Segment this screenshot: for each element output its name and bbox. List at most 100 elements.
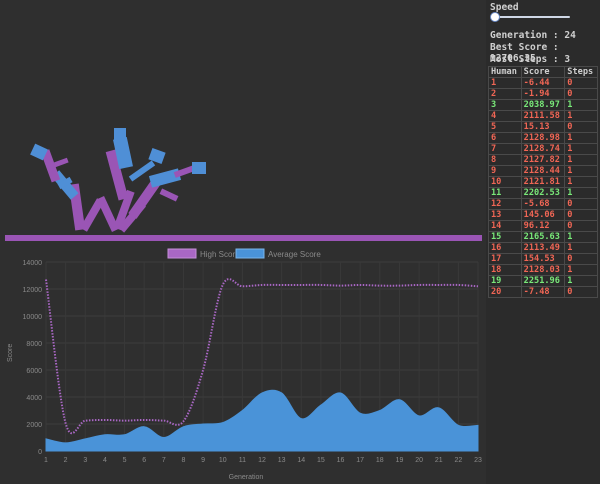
cell-score: 2128.03 [520,264,566,276]
cell-human: 9 [488,165,522,177]
cell-score: 2251.96 [520,275,566,287]
cell-steps: 0 [564,220,598,232]
cell-steps: 0 [564,209,598,221]
cell-steps: 0 [564,198,598,210]
cell-human: 19 [488,275,522,287]
table-row: 17 154.53 0 [488,253,598,265]
table-row: 3 2038.97 1 [488,99,598,111]
cell-human: 7 [488,143,522,155]
x-tick-label: 20 [415,457,423,464]
y-axis-label: Score [7,344,14,362]
most-steps-text: Most Steps : 3 [490,54,571,65]
x-tick-label: 19 [396,457,404,464]
cell-score: 2128.98 [520,132,566,144]
walker [30,143,104,232]
cell-steps: 1 [564,99,598,111]
cell-human: 3 [488,99,522,111]
generation-text: Generation : 24 [490,30,576,41]
x-tick-label: 11 [239,457,246,464]
y-tick-label: 14000 [23,260,43,267]
x-tick-label: 12 [258,457,266,464]
legend-swatch-avg [235,248,265,259]
cell-human: 17 [488,253,522,265]
legend: High Score Average Score [167,248,321,259]
cell-human: 8 [488,154,522,166]
cell-human: 6 [488,132,522,144]
legend-swatch-high [167,248,197,259]
cell-steps: 0 [564,121,598,133]
cell-human: 15 [488,231,522,243]
cell-score: 2202.53 [520,187,566,199]
cell-steps: 1 [564,264,598,276]
x-tick-label: 9 [201,457,205,464]
table-row: 20 -7.48 0 [488,286,598,298]
cell-steps: 1 [564,132,598,144]
cell-score: 2127.82 [520,154,566,166]
cell-human: 2 [488,88,522,100]
x-tick-label: 5 [123,457,127,464]
cell-score: 145.06 [520,209,566,221]
table-row: 8 2127.82 1 [488,154,598,166]
cell-score: -6.44 [520,77,566,89]
cell-steps: 1 [564,143,598,155]
x-tick-label: 4 [103,457,107,464]
y-tick-label: 12000 [23,287,43,294]
cell-steps: 0 [564,88,598,100]
header-human: Human [488,66,522,78]
ground [5,235,482,241]
x-tick-label: 10 [219,457,227,464]
header-steps: Steps [564,66,598,78]
speed-slider-track[interactable] [494,16,570,18]
speed-slider-thumb[interactable] [490,12,500,22]
cell-score: 2038.97 [520,99,566,111]
cell-human: 13 [488,209,522,221]
cell-human: 4 [488,110,522,122]
cell-human: 14 [488,220,522,232]
cell-steps: 1 [564,275,598,287]
cell-score: 2113.49 [520,242,566,254]
cell-steps: 1 [564,231,598,243]
cell-score: -1.94 [520,88,566,100]
x-axis-label: Generation [229,474,264,481]
cell-steps: 1 [564,187,598,199]
cell-steps: 1 [564,110,598,122]
cell-human: 18 [488,264,522,276]
x-tick-label: 7 [162,457,166,464]
cell-human: 16 [488,242,522,254]
table-row: 1 -6.44 0 [488,77,598,89]
table-row: 9 2128.44 1 [488,165,598,177]
cell-human: 1 [488,77,522,89]
cell-score: -7.48 [520,286,566,298]
speed-slider[interactable] [490,12,570,22]
cell-steps: 1 [564,176,598,188]
table-row: 18 2128.03 1 [488,264,598,276]
y-tick-label: 10000 [23,314,43,321]
cell-steps: 1 [564,242,598,254]
table-row: 10 2121.81 1 [488,176,598,188]
simulation-canvas [5,128,482,241]
cell-score: 15.13 [520,121,566,133]
cell-score: 2111.58 [520,110,566,122]
table-body: 1 -6.44 0 2 -1.94 0 3 2038.97 1 4 2111.58 1 5 15.13 0 6… [488,77,598,298]
cell-score: 96.12 [520,220,566,232]
stats-panel: Speed Generation : 24 Best Score : 12706… [486,0,600,484]
table-row: 2 -1.94 0 [488,88,598,100]
table-row: 5 15.13 0 [488,121,598,133]
cell-steps: 0 [564,253,598,265]
y-tick-label: 0 [38,449,42,456]
cell-steps: 1 [564,154,598,166]
cell-score: 2121.81 [520,176,566,188]
score-chart: High Score Average Score 020004000600080… [7,248,482,481]
table-header-row: Human Score Steps [488,66,598,78]
legend-label-avg: Average Score [268,250,321,259]
cell-score: 2128.74 [520,143,566,155]
humans-table: Human Score Steps 1 -6.44 0 2 -1.94 0 3 2038.97… [488,66,598,298]
cell-human: 5 [488,121,522,133]
table-row: 11 2202.53 1 [488,187,598,199]
cell-human: 20 [488,286,522,298]
cell-human: 11 [488,187,522,199]
walkers-group [30,128,206,233]
table-row: 6 2128.98 1 [488,132,598,144]
x-tick-label: 16 [337,457,345,464]
cell-steps: 1 [564,165,598,177]
